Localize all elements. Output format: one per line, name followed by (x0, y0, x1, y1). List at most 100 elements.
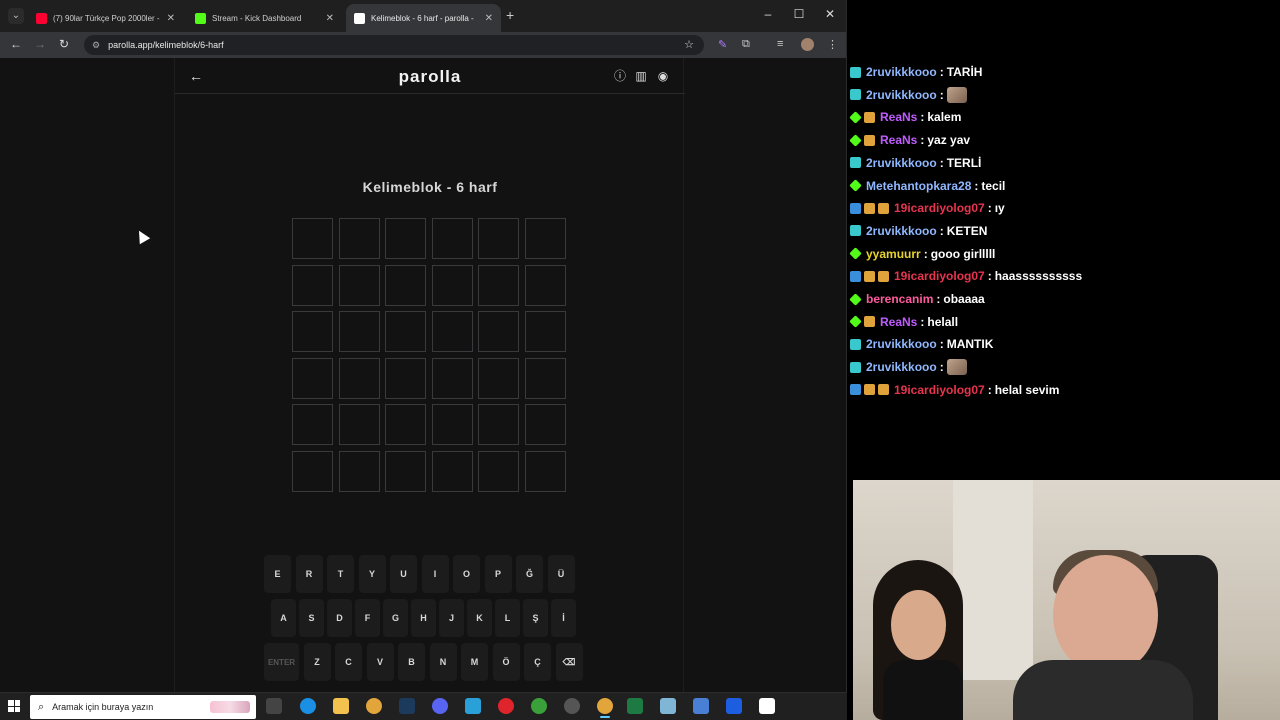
key-k[interactable]: K (467, 599, 492, 637)
account-icon[interactable]: ◉ (656, 69, 670, 83)
discord-icon[interactable] (432, 698, 448, 714)
key-z[interactable]: Z (303, 643, 331, 681)
file-explorer-icon[interactable] (333, 698, 349, 714)
grid-cell[interactable] (385, 311, 427, 353)
tab-search-icon[interactable]: ⌄ (8, 8, 24, 24)
windows-start-icon[interactable] (8, 700, 20, 712)
extension-pen-icon[interactable]: ✎ (718, 38, 727, 51)
bookmark-star-icon[interactable]: ☆ (684, 38, 694, 51)
browser-tab[interactable]: Stream - Kick Dashboard ✕ (187, 4, 342, 32)
browser-tab[interactable]: (7) 90lar Türkçe Pop 2000ler - Y ✕ (28, 4, 183, 32)
key-l[interactable]: L (495, 599, 520, 637)
key-g[interactable]: G (383, 599, 408, 637)
key-o[interactable]: O (453, 555, 480, 593)
opera-icon[interactable] (498, 698, 514, 714)
key-ü[interactable]: Ü (547, 555, 575, 593)
grid-cell[interactable] (525, 264, 566, 306)
media-control-icon[interactable]: ≡ (777, 38, 783, 50)
grid-cell[interactable] (385, 357, 427, 399)
maximize-button[interactable]: ☐ (789, 7, 809, 21)
key-n[interactable]: N (429, 643, 457, 681)
grid-cell[interactable] (431, 218, 473, 259)
key-y[interactable]: Y (358, 555, 386, 593)
grid-cell[interactable] (431, 311, 473, 353)
address-bar[interactable]: ⚙ parolla.app/kelimeblok/6-harf ☆ (84, 35, 704, 55)
profile-avatar[interactable] (801, 38, 814, 51)
key-a[interactable]: A (271, 599, 296, 637)
grid-cell[interactable] (525, 404, 566, 446)
chat-username[interactable]: 19icardiyolog07 (894, 201, 985, 215)
chat-username[interactable]: yyamuurr (866, 247, 921, 261)
key-u[interactable]: U (390, 555, 417, 593)
grid-cell[interactable] (525, 451, 566, 492)
grid-cell[interactable] (338, 311, 380, 353)
chat-username[interactable]: ReaNs (880, 110, 917, 124)
chat-username[interactable]: 2ruvikkkooo (866, 65, 937, 79)
key-r[interactable]: R (295, 555, 323, 593)
grid-cell[interactable] (478, 404, 520, 446)
app-icon-blue[interactable] (465, 698, 481, 714)
chat-username[interactable]: 2ruvikkkooo (866, 360, 937, 374)
capcut-icon[interactable] (759, 698, 775, 714)
key-i̇[interactable]: İ (551, 599, 576, 637)
grid-cell[interactable] (338, 264, 380, 306)
info-icon[interactable]: ⓘ (613, 69, 627, 83)
chat-username[interactable]: berencanim (866, 292, 933, 306)
key-s[interactable]: S (299, 599, 324, 637)
key-ğ[interactable]: Ğ (516, 555, 543, 593)
taskbar-search[interactable]: ⌕ Aramak için buraya yazın (30, 695, 256, 719)
xbox-icon[interactable] (531, 698, 547, 714)
tab-close-icon[interactable]: ✕ (326, 13, 334, 24)
extensions-icon[interactable]: ⧉ (742, 38, 750, 51)
grid-cell[interactable] (478, 357, 520, 399)
key-d[interactable]: D (327, 599, 352, 637)
grid-cell[interactable] (385, 404, 427, 446)
grid-cell[interactable] (292, 218, 333, 259)
key-e[interactable]: E (264, 555, 291, 593)
grid-cell[interactable] (478, 451, 520, 492)
chat-username[interactable]: 2ruvikkkooo (866, 156, 937, 170)
chat-username[interactable]: 2ruvikkkooo (866, 88, 937, 102)
chat-username[interactable]: ReaNs (880, 315, 917, 329)
grid-cell[interactable] (478, 264, 520, 306)
chat-username[interactable]: Metehantopkara28 (866, 179, 971, 193)
grid-cell[interactable] (292, 311, 333, 353)
key-ş[interactable]: Ş (523, 599, 548, 637)
excel-icon[interactable] (627, 698, 643, 714)
app-icon-diamond[interactable] (726, 698, 742, 714)
key-v[interactable]: V (366, 643, 394, 681)
grid-cell[interactable] (338, 404, 380, 446)
grid-cell[interactable] (478, 311, 520, 353)
browser-tab[interactable]: Kelimeblok - 6 harf - parolla - ✕ (346, 4, 501, 32)
key-j[interactable]: J (439, 599, 464, 637)
task-view-icon[interactable] (266, 698, 282, 714)
key-c[interactable]: C (335, 643, 362, 681)
key-ç[interactable]: Ç (524, 643, 551, 681)
tab-close-icon[interactable]: ✕ (167, 13, 175, 24)
backspace-key[interactable]: ⌫ (555, 643, 583, 681)
chat-username[interactable]: 19icardiyolog07 (894, 269, 985, 283)
chat-username[interactable]: 2ruvikkkooo (866, 224, 937, 238)
chrome-icon[interactable] (366, 698, 382, 714)
grid-cell[interactable] (292, 404, 333, 446)
back-icon[interactable]: ← (8, 37, 24, 51)
edge-icon[interactable] (300, 698, 316, 714)
steam-icon[interactable] (399, 698, 415, 714)
grid-cell[interactable] (431, 264, 473, 306)
grid-cell[interactable] (525, 311, 566, 353)
key-h[interactable]: H (411, 599, 436, 637)
enter-key[interactable]: ENTER (264, 643, 299, 681)
key-f[interactable]: F (355, 599, 380, 637)
grid-cell[interactable] (338, 357, 380, 399)
grid-cell[interactable] (292, 264, 333, 306)
close-window-button[interactable]: ✕ (820, 7, 840, 21)
grid-cell[interactable] (525, 357, 566, 399)
grid-cell[interactable] (431, 357, 473, 399)
chat-username[interactable]: 2ruvikkkooo (866, 337, 937, 351)
new-tab-button[interactable]: + (506, 7, 514, 23)
obs-icon[interactable] (564, 698, 580, 714)
site-info-icon[interactable]: ⚙ (92, 40, 100, 51)
minimize-button[interactable]: – (758, 7, 778, 21)
reload-icon[interactable]: ↻ (56, 37, 72, 51)
grid-cell[interactable] (292, 451, 333, 492)
